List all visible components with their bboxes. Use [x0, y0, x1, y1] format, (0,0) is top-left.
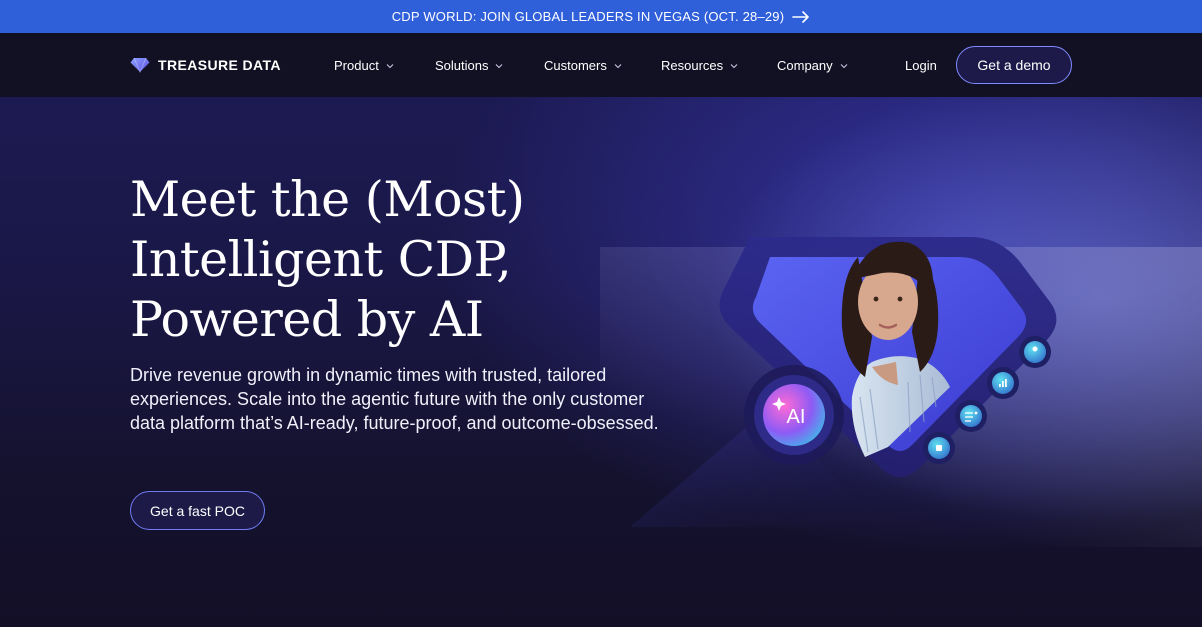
- nav-item-label: Company: [777, 58, 833, 73]
- chevron-down-icon: [386, 63, 394, 68]
- ai-badge: AI: [744, 365, 844, 465]
- get-fast-poc-button[interactable]: Get a fast POC: [130, 491, 265, 530]
- nav-item-label: Solutions: [435, 58, 489, 73]
- hero-headline: Meet the (Most) Intelligent CDP, Powered…: [130, 171, 525, 348]
- chevron-down-icon: [840, 63, 848, 68]
- nav-item-company[interactable]: Company: [777, 58, 848, 73]
- chevron-down-icon: [730, 63, 738, 68]
- login-link[interactable]: Login: [905, 58, 937, 73]
- nav-item-label: Customers: [544, 58, 607, 73]
- get-demo-button[interactable]: Get a demo: [956, 46, 1072, 84]
- top-navigation: TREASURE DATA Product Solutions Customer…: [0, 33, 1202, 97]
- square-icon: [936, 445, 942, 451]
- ai-badge-label: AI: [787, 406, 806, 428]
- chevron-down-icon: [496, 63, 503, 68]
- announcement-bar[interactable]: CDP WORLD: JOIN GLOBAL LEADERS IN VEGAS …: [0, 0, 1202, 33]
- announcement-text[interactable]: CDP WORLD: JOIN GLOBAL LEADERS IN VEGAS …: [392, 9, 785, 24]
- nav-item-label: Resources: [661, 58, 724, 73]
- nav-item-solutions[interactable]: Solutions: [435, 58, 503, 73]
- location-pin-icon: [1032, 346, 1038, 352]
- nav-item-customers[interactable]: Customers: [544, 58, 622, 73]
- nav-item-label: Product: [334, 58, 379, 73]
- nav-item-product[interactable]: Product: [334, 58, 394, 73]
- hero-subtext: Drive revenue growth in dynamic times wi…: [130, 365, 659, 433]
- chevron-down-icon: [614, 63, 622, 68]
- hero-illustration: AI: [630, 237, 1057, 527]
- arrow-right-icon[interactable]: [792, 10, 810, 23]
- hero-section: Meet the (Most) Intelligent CDP, Powered…: [0, 97, 1202, 627]
- nav-item-resources[interactable]: Resources: [661, 58, 738, 73]
